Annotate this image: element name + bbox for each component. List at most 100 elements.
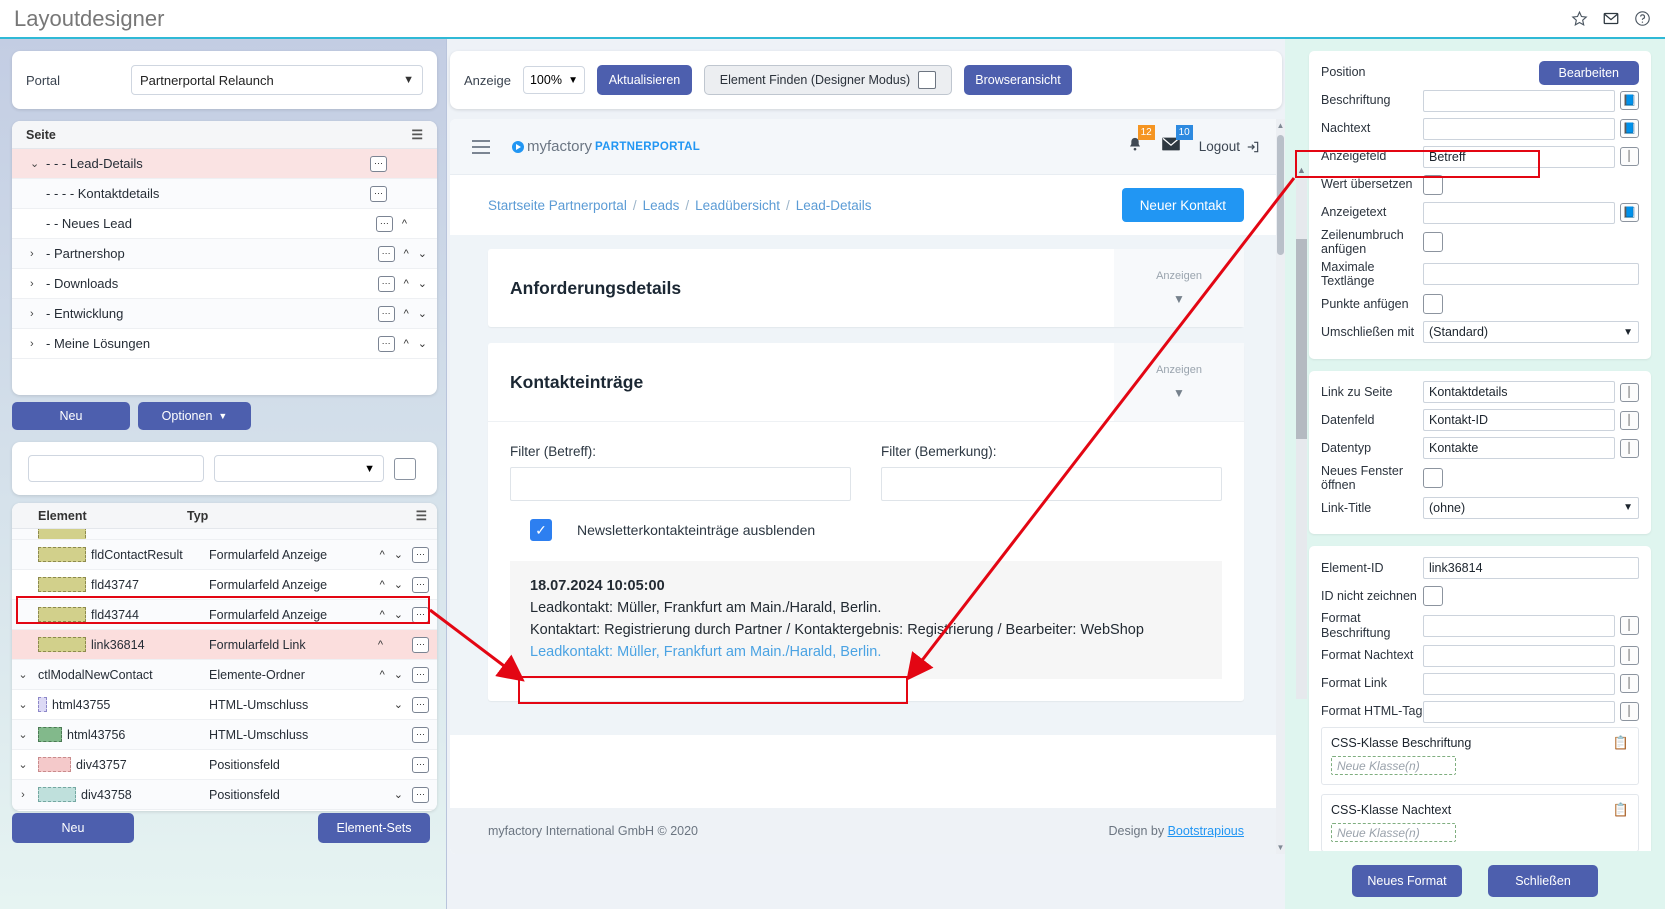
tree-row[interactable]: - - Neues Lead ⋯ ^ (12, 209, 437, 239)
browser-view-button[interactable]: Browseransicht (963, 65, 1072, 95)
element-row[interactable]: ⌄ ctlModalNewContact Elemente-Ordner ^ ⌄ ⋯ (12, 660, 437, 690)
move-up-icon[interactable]: ^ (404, 338, 409, 350)
new-element-button[interactable]: Neu (12, 813, 134, 843)
element-row[interactable]: link36814 Formularfeld Link ^ ⋯ (12, 630, 437, 660)
logout-button[interactable]: Logout (1199, 139, 1260, 154)
menu-toggle-icon[interactable] (472, 136, 490, 158)
picker-icon[interactable]: │ (1620, 438, 1639, 458)
property-checkbox[interactable] (1423, 174, 1443, 195)
contact-entry-link[interactable]: Leadkontakt: Müller, Frankfurt am Main./… (530, 641, 881, 663)
tree-row-menu-icon[interactable]: ⋯ (370, 155, 387, 172)
property-input[interactable]: link36814 (1423, 556, 1639, 579)
breadcrumb-item[interactable]: Leadübersicht (695, 198, 780, 213)
preview-scroll-thumb[interactable] (1277, 135, 1284, 255)
element-row-menu-icon[interactable]: ⋯ (412, 576, 429, 593)
move-down-icon[interactable]: ⌄ (418, 307, 427, 320)
breadcrumb-item[interactable]: Leads (643, 198, 680, 213)
property-input[interactable] (1423, 201, 1615, 224)
element-row-menu-icon[interactable]: ⋯ (412, 606, 429, 623)
element-caret-icon[interactable]: ⌄ (12, 668, 34, 681)
element-finder-checkbox[interactable] (918, 71, 937, 89)
move-down-icon[interactable]: ⌄ (394, 578, 403, 591)
element-finder-toggle[interactable]: Element Finden (Designer Modus) (703, 65, 952, 95)
new-contact-button[interactable]: Neuer Kontakt (1121, 188, 1244, 222)
element-row-menu-icon[interactable]: ⋯ (412, 696, 429, 713)
panel-toggle-kontakteintraege[interactable]: Anzeigen ▼ (1114, 343, 1244, 421)
tree-menu-icon[interactable]: ☰ (411, 127, 423, 143)
element-row[interactable]: fldContactResult Formularfeld Anzeige ^ ⌄ ⋯ (12, 540, 437, 570)
property-input[interactable] (1423, 644, 1615, 667)
tree-row-menu-icon[interactable]: ⋯ (377, 335, 395, 352)
scroll-up-icon[interactable]: ▲ (1296, 165, 1307, 175)
tree-row[interactable]: › - Downloads ⋯ ^ ⌄ (12, 269, 437, 299)
property-checkbox[interactable] (1423, 232, 1443, 253)
tree-caret-icon[interactable]: › (30, 308, 46, 320)
picker-icon[interactable]: │ (1620, 674, 1639, 693)
move-up-icon[interactable]: ^ (404, 308, 409, 320)
property-checkbox[interactable] (1423, 467, 1443, 488)
breadcrumb-item[interactable]: Startseite Partnerportal (488, 198, 627, 213)
tree-caret-icon[interactable]: › (30, 338, 46, 350)
move-up-icon[interactable]: ^ (404, 248, 409, 260)
element-row[interactable]: fld43744 Formularfeld Anzeige ^ ⌄ ⋯ (12, 600, 437, 630)
element-filter-select[interactable]: ▼ (214, 455, 384, 482)
property-select[interactable]: (ohne) ▼ (1423, 496, 1639, 519)
move-up-icon[interactable]: ^ (404, 278, 409, 290)
tree-row[interactable]: › - Partnershop ⋯ ^ ⌄ (12, 239, 437, 269)
css-class-input[interactable]: Neue Klasse(n) (1331, 823, 1456, 842)
filter-bemerkung-input[interactable] (881, 467, 1222, 501)
element-caret-icon[interactable]: ⌄ (12, 758, 34, 771)
tree-row-menu-icon[interactable]: ⋯ (377, 305, 395, 322)
picker-icon[interactable]: │ (1620, 410, 1639, 430)
element-row-partial[interactable] (12, 529, 437, 540)
element-row-menu-icon[interactable]: ⋯ (412, 756, 429, 773)
copy-icon[interactable]: 📋 (1613, 802, 1629, 818)
messages-envelope[interactable]: 10 (1161, 125, 1193, 157)
picker-icon[interactable]: │ (1620, 702, 1639, 721)
move-up-icon[interactable]: ^ (380, 579, 385, 591)
breadcrumb-item[interactable]: Lead-Details (796, 198, 872, 213)
options-button[interactable]: Optionen ▼ (138, 402, 251, 430)
tree-caret-icon[interactable]: › (30, 248, 46, 260)
notifications-bell[interactable]: 12 (1127, 124, 1155, 158)
move-down-icon[interactable]: ⌄ (394, 548, 403, 561)
property-input[interactable]: Kontakt-ID (1423, 409, 1615, 431)
properties-scroll-thumb[interactable] (1296, 239, 1307, 439)
refresh-button[interactable]: Aktualisieren (596, 65, 692, 95)
edit-position-button[interactable]: Bearbeiten (1538, 60, 1639, 85)
help-icon[interactable] (1634, 10, 1651, 27)
scroll-up-icon[interactable]: ▲ (1276, 121, 1285, 130)
tree-row-menu-icon[interactable]: ⋯ (377, 275, 395, 292)
new-page-button[interactable]: Neu (12, 402, 130, 430)
move-up-icon[interactable]: ^ (402, 218, 407, 230)
zoom-select[interactable]: 100% ▼ (522, 66, 585, 94)
element-row[interactable]: ⌄ html43756 HTML-Umschluss ⋯ (12, 720, 437, 750)
property-input[interactable]: Betreff (1423, 145, 1615, 168)
mail-icon[interactable] (1602, 10, 1620, 27)
picker-icon[interactable]: │ (1620, 646, 1639, 665)
property-input[interactable] (1423, 672, 1615, 695)
move-down-icon[interactable]: ⌄ (418, 337, 427, 350)
move-down-icon[interactable]: ⌄ (394, 698, 403, 711)
copy-icon[interactable]: 📋 (1613, 735, 1629, 751)
move-down-icon[interactable]: ⌄ (394, 608, 403, 621)
translate-book-icon[interactable]: 📘 (1620, 203, 1639, 222)
element-filter-input[interactable] (28, 455, 204, 482)
element-filter-checkbox[interactable] (394, 457, 416, 480)
footer-design-link[interactable]: Bootstrapious (1168, 824, 1244, 838)
move-down-icon[interactable]: ⌄ (418, 247, 427, 260)
element-row-menu-icon[interactable]: ⋯ (412, 546, 429, 563)
element-row[interactable]: ⌄ div43757 Positionsfeld ⋯ (12, 750, 437, 780)
newsletter-checkbox[interactable]: ✓ (530, 519, 552, 541)
move-up-icon[interactable]: ^ (380, 669, 385, 681)
property-checkbox[interactable] (1423, 585, 1443, 606)
property-input[interactable] (1423, 700, 1615, 723)
move-up-icon[interactable]: ^ (380, 549, 385, 561)
tree-row[interactable]: › - Meine Lösungen ⋯ ^ ⌄ (12, 329, 437, 359)
new-format-button[interactable]: Neues Format (1352, 865, 1462, 897)
element-row-menu-icon[interactable]: ⋯ (412, 636, 429, 653)
element-row[interactable]: fld43747 Formularfeld Anzeige ^ ⌄ ⋯ (12, 570, 437, 600)
property-input[interactable] (1423, 263, 1639, 286)
move-down-icon[interactable]: ⌄ (394, 668, 403, 681)
property-checkbox[interactable] (1423, 294, 1443, 314)
